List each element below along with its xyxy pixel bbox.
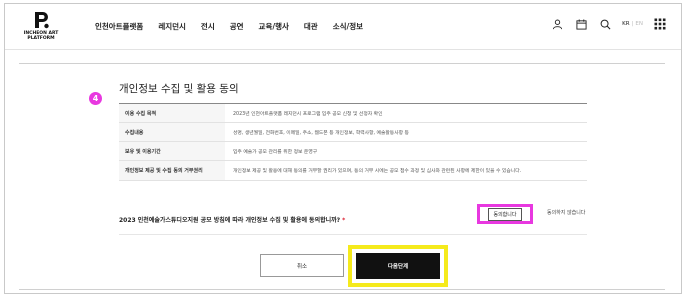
nav-item-platform[interactable]: 인천아트플랫폼 [95, 21, 143, 32]
logo-mark-icon [35, 12, 49, 29]
agree-button-label: 동의합니다 [488, 207, 522, 221]
disagree-button[interactable]: 동의하지 않습니다 [547, 209, 585, 216]
row-value: 입주 예술가 공모 관리를 위한 정보 운영구 [233, 149, 318, 155]
menu-grid-icon[interactable] [653, 17, 667, 31]
next-step-button[interactable]: 다음단계 [356, 253, 440, 279]
nav-item-exhibition[interactable]: 전시 [201, 21, 215, 32]
row-value: 성명, 생년월일, 전화번호, 이메일, 주소, 웹드폰 등 개인정보, 학력사… [233, 130, 409, 136]
mid-divider [119, 234, 587, 235]
logo-line2: PLATFORM [27, 36, 55, 41]
cancel-button[interactable]: 취소 [260, 254, 344, 277]
row-value: 2023년 인천아트플랫폼 레지던시 프로그램 입주 공모 신청 및 선정자 확… [233, 111, 383, 117]
consent-question: 2023 인천예술가스튜디오지원 공모 방침에 따라 개인정보 수집 및 활용에… [119, 215, 345, 224]
nav-item-residency[interactable]: 레지던시 [158, 21, 186, 32]
table-row: 보유 및 이용기간 입주 예술가 공모 관리를 위한 정보 운영구 [119, 142, 587, 161]
lang-other: EN [635, 21, 643, 27]
form-content: 4 개인정보 수집 및 활용 동의 이용 수집 목적 2023년 인천아트플랫폼… [5, 51, 681, 293]
lang-current: KR [622, 21, 630, 27]
consent-question-text: 2023 인천예술가스튜디오지원 공모 방침에 따라 개인정보 수집 및 활용에… [119, 217, 341, 224]
logo-text: INCHEON ART PLATFORM [21, 31, 61, 41]
table-row: 이용 수집 목적 2023년 인천아트플랫폼 레지던시 프로그램 입주 공모 신… [119, 104, 587, 123]
nav-item-rental[interactable]: 대관 [304, 21, 318, 32]
consent-table: 이용 수집 목적 2023년 인천아트플랫폼 레지던시 프로그램 입주 공모 신… [119, 103, 587, 181]
bottom-divider [19, 289, 665, 290]
next-button-highlight: 다음단계 [348, 245, 448, 287]
main-nav: 인천아트플랫폼 레지던시 전시 공연 교육/행사 대관 소식/정보 [95, 21, 378, 32]
row-label: 이용 수집 목적 [119, 104, 225, 122]
table-row: 수집내용 성명, 생년월일, 전화번호, 이메일, 주소, 웹드폰 등 개인정보… [119, 123, 587, 142]
nav-item-performance[interactable]: 공연 [230, 21, 244, 32]
lang-separator: | [631, 21, 634, 27]
nav-item-news[interactable]: 소식/정보 [333, 21, 363, 32]
top-divider [19, 63, 665, 64]
calendar-icon[interactable] [574, 17, 588, 31]
search-icon[interactable] [598, 17, 612, 31]
section-title: 개인정보 수집 및 활용 동의 [119, 83, 239, 95]
site-logo[interactable]: INCHEON ART PLATFORM [21, 10, 61, 46]
user-icon[interactable] [550, 17, 564, 31]
language-switch[interactable]: KR | EN [622, 21, 643, 27]
nav-item-education[interactable]: 교육/행사 [259, 21, 289, 32]
row-label: 개인정보 제공 및 수집 동의 거부권리 [119, 161, 225, 180]
page-frame: INCHEON ART PLATFORM 인천아트플랫폼 레지던시 전시 공연 … [4, 3, 682, 294]
table-row: 개인정보 제공 및 수집 동의 거부권리 개인정보 제공 및 활용에 대해 동의… [119, 161, 587, 181]
row-label: 보유 및 이용기간 [119, 142, 225, 160]
step-badge: 4 [89, 92, 102, 105]
row-label: 수집내용 [119, 123, 225, 141]
header-utilities: KR | EN [540, 17, 667, 31]
site-header: INCHEON ART PLATFORM 인천아트플랫폼 레지던시 전시 공연 … [5, 4, 681, 50]
row-value: 개인정보 제공 및 활용에 대해 동의를 거부할 권리가 있으며, 동의 거부 … [233, 169, 522, 174]
required-mark: * [342, 217, 346, 224]
agree-button[interactable]: 동의합니다 [477, 204, 533, 224]
